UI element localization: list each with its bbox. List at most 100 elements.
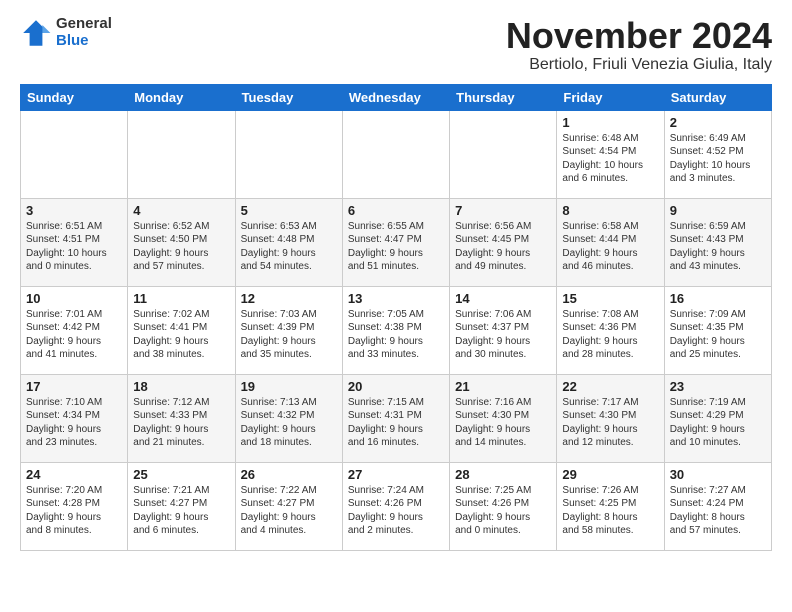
page: General Blue November 2024 Bertiolo, Fri…	[0, 0, 792, 561]
header-wednesday: Wednesday	[342, 84, 449, 110]
logo: General Blue	[20, 16, 112, 49]
day-number: 5	[241, 203, 337, 218]
day-number: 24	[26, 467, 122, 482]
day-number: 25	[133, 467, 229, 482]
calendar-cell: 27 Sunrise: 7:24 AM Sunset: 4:26 PM Dayli…	[342, 462, 449, 550]
day-number: 26	[241, 467, 337, 482]
day-info: Sunrise: 6:52 AM Sunset: 4:50 PM Dayligh…	[133, 220, 229, 274]
day-number: 23	[670, 379, 766, 394]
day-info: Sunrise: 7:25 AM Sunset: 4:26 PM Dayligh…	[455, 484, 551, 538]
location-title: Bertiolo, Friuli Venezia Giulia, Italy	[506, 56, 772, 74]
day-info: Sunrise: 7:22 AM Sunset: 4:27 PM Dayligh…	[241, 484, 337, 538]
calendar-cell: 2 Sunrise: 6:49 AM Sunset: 4:52 PM Daylig…	[664, 110, 771, 198]
calendar-cell	[342, 110, 449, 198]
day-number: 9	[670, 203, 766, 218]
calendar-cell: 5 Sunrise: 6:53 AM Sunset: 4:48 PM Daylig…	[235, 198, 342, 286]
header-friday: Friday	[557, 84, 664, 110]
header-sunday: Sunday	[21, 84, 128, 110]
calendar-cell: 17 Sunrise: 7:10 AM Sunset: 4:34 PM Dayli…	[21, 374, 128, 462]
day-info: Sunrise: 7:20 AM Sunset: 4:28 PM Dayligh…	[26, 484, 122, 538]
calendar-cell: 24 Sunrise: 7:20 AM Sunset: 4:28 PM Dayli…	[21, 462, 128, 550]
header-tuesday: Tuesday	[235, 84, 342, 110]
logo-icon	[20, 17, 52, 49]
header-monday: Monday	[128, 84, 235, 110]
day-info: Sunrise: 7:02 AM Sunset: 4:41 PM Dayligh…	[133, 308, 229, 362]
day-number: 17	[26, 379, 122, 394]
calendar-cell: 11Sunrise: 7:02 AM Sunset: 4:41 PM Dayli…	[128, 286, 235, 374]
day-info: Sunrise: 7:27 AM Sunset: 4:24 PM Dayligh…	[670, 484, 766, 538]
day-info: Sunrise: 7:17 AM Sunset: 4:30 PM Dayligh…	[562, 396, 658, 450]
calendar-cell: 21Sunrise: 7:16 AM Sunset: 4:30 PM Dayli…	[450, 374, 557, 462]
day-info: Sunrise: 7:15 AM Sunset: 4:31 PM Dayligh…	[348, 396, 444, 450]
day-number: 1	[562, 115, 658, 130]
week-row-0: 1 Sunrise: 6:48 AM Sunset: 4:54 PM Daylig…	[21, 110, 772, 198]
day-number: 18	[133, 379, 229, 394]
day-info: Sunrise: 7:03 AM Sunset: 4:39 PM Dayligh…	[241, 308, 337, 362]
header-saturday: Saturday	[664, 84, 771, 110]
calendar-cell	[450, 110, 557, 198]
calendar-cell: 8 Sunrise: 6:58 AM Sunset: 4:44 PM Daylig…	[557, 198, 664, 286]
calendar: SundayMondayTuesdayWednesdayThursdayFrid…	[20, 84, 772, 551]
day-info: Sunrise: 7:19 AM Sunset: 4:29 PM Dayligh…	[670, 396, 766, 450]
header: General Blue November 2024 Bertiolo, Fri…	[20, 16, 772, 74]
day-info: Sunrise: 7:10 AM Sunset: 4:34 PM Dayligh…	[26, 396, 122, 450]
day-info: Sunrise: 7:06 AM Sunset: 4:37 PM Dayligh…	[455, 308, 551, 362]
day-number: 30	[670, 467, 766, 482]
header-thursday: Thursday	[450, 84, 557, 110]
day-info: Sunrise: 7:08 AM Sunset: 4:36 PM Dayligh…	[562, 308, 658, 362]
calendar-cell: 16Sunrise: 7:09 AM Sunset: 4:35 PM Dayli…	[664, 286, 771, 374]
calendar-cell: 1 Sunrise: 6:48 AM Sunset: 4:54 PM Daylig…	[557, 110, 664, 198]
calendar-cell	[128, 110, 235, 198]
day-info: Sunrise: 6:58 AM Sunset: 4:44 PM Dayligh…	[562, 220, 658, 274]
day-number: 6	[348, 203, 444, 218]
day-info: Sunrise: 7:01 AM Sunset: 4:42 PM Dayligh…	[26, 308, 122, 362]
calendar-cell: 3Sunrise: 6:51 AM Sunset: 4:51 PM Daylig…	[21, 198, 128, 286]
day-number: 14	[455, 291, 551, 306]
day-number: 13	[348, 291, 444, 306]
day-number: 12	[241, 291, 337, 306]
calendar-cell: 13Sunrise: 7:05 AM Sunset: 4:38 PM Dayli…	[342, 286, 449, 374]
day-info: Sunrise: 6:55 AM Sunset: 4:47 PM Dayligh…	[348, 220, 444, 274]
day-info: Sunrise: 7:24 AM Sunset: 4:26 PM Dayligh…	[348, 484, 444, 538]
calendar-cell: 30 Sunrise: 7:27 AM Sunset: 4:24 PM Dayli…	[664, 462, 771, 550]
month-title: November 2024	[506, 16, 772, 56]
calendar-cell	[235, 110, 342, 198]
day-info: Sunrise: 7:26 AM Sunset: 4:25 PM Dayligh…	[562, 484, 658, 538]
week-row-2: 10 Sunrise: 7:01 AM Sunset: 4:42 PM Dayli…	[21, 286, 772, 374]
day-number: 7	[455, 203, 551, 218]
day-info: Sunrise: 6:56 AM Sunset: 4:45 PM Dayligh…	[455, 220, 551, 274]
day-number: 19	[241, 379, 337, 394]
day-number: 2	[670, 115, 766, 130]
day-number: 29	[562, 467, 658, 482]
day-info: Sunrise: 6:51 AM Sunset: 4:51 PM Dayligh…	[26, 220, 122, 274]
calendar-cell: 25 Sunrise: 7:21 AM Sunset: 4:27 PM Dayli…	[128, 462, 235, 550]
day-info: Sunrise: 7:16 AM Sunset: 4:30 PM Dayligh…	[455, 396, 551, 450]
day-info: Sunrise: 7:13 AM Sunset: 4:32 PM Dayligh…	[241, 396, 337, 450]
calendar-cell: 19 Sunrise: 7:13 AM Sunset: 4:32 PM Dayli…	[235, 374, 342, 462]
calendar-cell: 4 Sunrise: 6:52 AM Sunset: 4:50 PM Daylig…	[128, 198, 235, 286]
week-row-3: 17 Sunrise: 7:10 AM Sunset: 4:34 PM Dayli…	[21, 374, 772, 462]
day-number: 16	[670, 291, 766, 306]
day-number: 4	[133, 203, 229, 218]
day-number: 8	[562, 203, 658, 218]
day-info: Sunrise: 6:53 AM Sunset: 4:48 PM Dayligh…	[241, 220, 337, 274]
day-info: Sunrise: 6:49 AM Sunset: 4:52 PM Dayligh…	[670, 132, 766, 186]
day-number: 10	[26, 291, 122, 306]
logo-blue-label: Blue	[56, 33, 112, 50]
calendar-cell: 20Sunrise: 7:15 AM Sunset: 4:31 PM Dayli…	[342, 374, 449, 462]
calendar-cell	[21, 110, 128, 198]
day-info: Sunrise: 7:21 AM Sunset: 4:27 PM Dayligh…	[133, 484, 229, 538]
day-info: Sunrise: 6:48 AM Sunset: 4:54 PM Dayligh…	[562, 132, 658, 186]
calendar-cell: 6 Sunrise: 6:55 AM Sunset: 4:47 PM Daylig…	[342, 198, 449, 286]
calendar-cell: 23 Sunrise: 7:19 AM Sunset: 4:29 PM Dayli…	[664, 374, 771, 462]
calendar-cell: 26 Sunrise: 7:22 AM Sunset: 4:27 PM Dayli…	[235, 462, 342, 550]
calendar-cell: 29 Sunrise: 7:26 AM Sunset: 4:25 PM Dayli…	[557, 462, 664, 550]
calendar-cell: 12 Sunrise: 7:03 AM Sunset: 4:39 PM Dayli…	[235, 286, 342, 374]
title-area: November 2024 Bertiolo, Friuli Venezia G…	[506, 16, 772, 74]
logo-general-label: General	[56, 16, 112, 33]
calendar-cell: 10 Sunrise: 7:01 AM Sunset: 4:42 PM Dayli…	[21, 286, 128, 374]
day-number: 27	[348, 467, 444, 482]
day-number: 28	[455, 467, 551, 482]
calendar-header-row: SundayMondayTuesdayWednesdayThursdayFrid…	[21, 84, 772, 110]
calendar-cell: 14 Sunrise: 7:06 AM Sunset: 4:37 PM Dayli…	[450, 286, 557, 374]
